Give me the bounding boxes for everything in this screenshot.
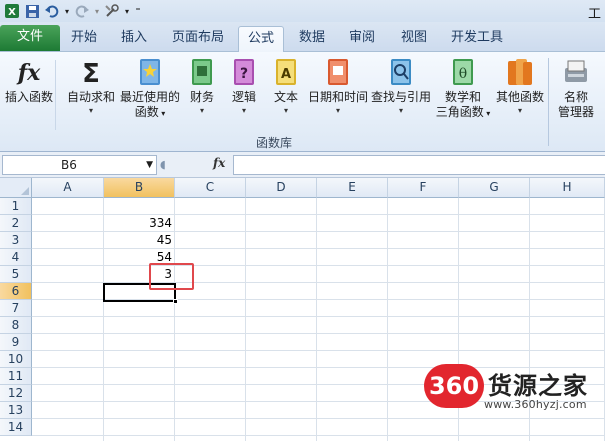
undo-icon[interactable] [43, 2, 61, 20]
insert-function-fx-icon[interactable]: fx [213, 156, 225, 170]
tab-home[interactable]: 开始 [62, 26, 106, 52]
fx-icon: fx [16, 60, 41, 86]
row-header-10[interactable]: 10 [0, 351, 32, 368]
column-gridline [387, 198, 388, 441]
row-header-4[interactable]: 4 [0, 249, 32, 266]
date-time-button[interactable]: 日期和时间 ▾ [306, 56, 370, 117]
row-header-7[interactable]: 7 [0, 300, 32, 317]
autosum-dropdown-icon[interactable]: ▾ [64, 105, 118, 117]
column-header-a[interactable]: A [32, 178, 104, 198]
column-gridline [245, 198, 246, 441]
column-gridline [316, 198, 317, 441]
financial-button[interactable]: 财务 ▾ [184, 56, 220, 117]
name-box[interactable]: B6 ▼ [2, 155, 157, 175]
text-button[interactable]: A 文本 ▾ [268, 56, 304, 117]
tab-developer[interactable]: 开发工具 [444, 26, 510, 52]
datetime-book-icon [328, 59, 348, 85]
row-header-2[interactable]: 2 [0, 215, 32, 232]
more-functions-button[interactable]: 其他函数 ▾ [494, 56, 546, 117]
excel-logo-icon: X [3, 2, 21, 20]
svg-text:X: X [8, 7, 16, 18]
row-header-8[interactable]: 8 [0, 317, 32, 334]
column-header-d[interactable]: D [246, 178, 317, 198]
row-header-3[interactable]: 3 [0, 232, 32, 249]
ribbon-panel: fx 插入函数 Σ 自动求和 ▾ 最近使用的 函数 ▾ 财务 ▾ ? 逻辑 ▾ … [0, 52, 605, 152]
ribbon-separator [55, 60, 56, 130]
row-gridline [32, 350, 605, 351]
customize-qat-icon[interactable]: ⁼ [133, 2, 143, 20]
cell-b2[interactable]: 334 [104, 215, 175, 232]
cell-b3[interactable]: 45 [104, 232, 175, 249]
row-header-6[interactable]: 6 [0, 283, 32, 300]
column-header-c[interactable]: C [175, 178, 246, 198]
tab-insert[interactable]: 插入 [112, 26, 156, 52]
svg-text:θ: θ [459, 66, 467, 82]
formula-bar: B6 ▼ ◖ fx [0, 152, 605, 178]
row-header-12[interactable]: 12 [0, 385, 32, 402]
insert-function-button[interactable]: fx 插入函数 [2, 56, 56, 105]
redo-icon[interactable] [73, 2, 91, 20]
logical-button[interactable]: ? 逻辑 ▾ [226, 56, 262, 117]
recent-book-icon [140, 59, 160, 85]
formula-input[interactable] [233, 155, 605, 175]
svg-text:A: A [281, 67, 291, 82]
svg-text:?: ? [240, 66, 248, 82]
watermark-name: 货源之家 [488, 372, 588, 400]
row-header-11[interactable]: 11 [0, 368, 32, 385]
tab-data[interactable]: 数据 [290, 26, 334, 52]
tools-icon[interactable] [103, 2, 121, 20]
sigma-icon: Σ [82, 59, 100, 88]
watermark-logo: 360 [424, 364, 484, 408]
financial-book-icon [192, 59, 212, 85]
autosum-button[interactable]: Σ 自动求和 ▾ [64, 56, 118, 117]
column-header-b[interactable]: B [104, 178, 175, 198]
site-watermark: 360 货源之家 www.360hyzj.com [418, 360, 605, 420]
row-header-13[interactable]: 13 [0, 402, 32, 419]
fill-handle[interactable] [173, 299, 178, 304]
column-header-h[interactable]: H [530, 178, 605, 198]
math-book-icon: θ [453, 59, 473, 85]
more-books-icon [508, 59, 532, 85]
undo-dropdown-icon[interactable]: ▾ [63, 2, 71, 20]
column-header-g[interactable]: G [459, 178, 530, 198]
ribbon-tab-row: 文件 开始 插入 页面布局 公式 数据 审阅 视图 开发工具 [0, 22, 605, 53]
tab-view[interactable]: 视图 [392, 26, 436, 52]
tab-review[interactable]: 审阅 [340, 26, 384, 52]
row-header-14[interactable]: 14 [0, 419, 32, 436]
name-box-value: B6 [61, 158, 77, 172]
recently-used-button[interactable]: 最近使用的 函数 ▾ [118, 56, 182, 121]
name-box-dropdown-icon[interactable]: ▼ [146, 156, 153, 174]
select-all-button[interactable] [0, 178, 32, 198]
formula-bar-resize-icon[interactable]: ◖ [160, 156, 174, 174]
ribbon-group-separator [548, 58, 549, 146]
name-manager-icon [565, 60, 587, 82]
highlight-annotation-box [149, 263, 194, 290]
math-trig-button[interactable]: θ 数学和 三角函数 ▾ [432, 56, 494, 121]
lookup-reference-button[interactable]: 查找与引用 ▾ [370, 56, 432, 117]
quick-access-toolbar: X ▾ ▾ ▾ ⁼ 工 [0, 0, 605, 22]
column-header-e[interactable]: E [317, 178, 388, 198]
row-header-5[interactable]: 5 [0, 266, 32, 283]
window-title-fragment: 工 [587, 7, 601, 22]
logic-book-icon: ? [234, 59, 254, 85]
tools-dropdown-icon[interactable]: ▾ [123, 2, 131, 20]
lookup-book-icon [391, 59, 411, 85]
svg-text:Σ: Σ [82, 59, 100, 88]
function-library-group-label: 函数库 [255, 136, 292, 150]
name-manager-button[interactable]: 名称 管理器 [552, 56, 600, 120]
save-icon[interactable] [23, 2, 41, 20]
tab-formulas[interactable]: 公式 [238, 26, 284, 53]
column-header-f[interactable]: F [388, 178, 459, 198]
watermark-url: www.360hyzj.com [484, 398, 587, 411]
text-book-icon: A [276, 59, 296, 85]
redo-dropdown-icon[interactable]: ▾ [93, 2, 101, 20]
row-header-1[interactable]: 1 [0, 198, 32, 215]
svg-text:fx: fx [16, 60, 41, 86]
tab-page-layout[interactable]: 页面布局 [166, 26, 230, 52]
row-gridline [32, 333, 605, 334]
row-gridline [32, 435, 605, 436]
row-header-9[interactable]: 9 [0, 334, 32, 351]
row-gridline [32, 316, 605, 317]
tab-file[interactable]: 文件 [0, 25, 60, 51]
